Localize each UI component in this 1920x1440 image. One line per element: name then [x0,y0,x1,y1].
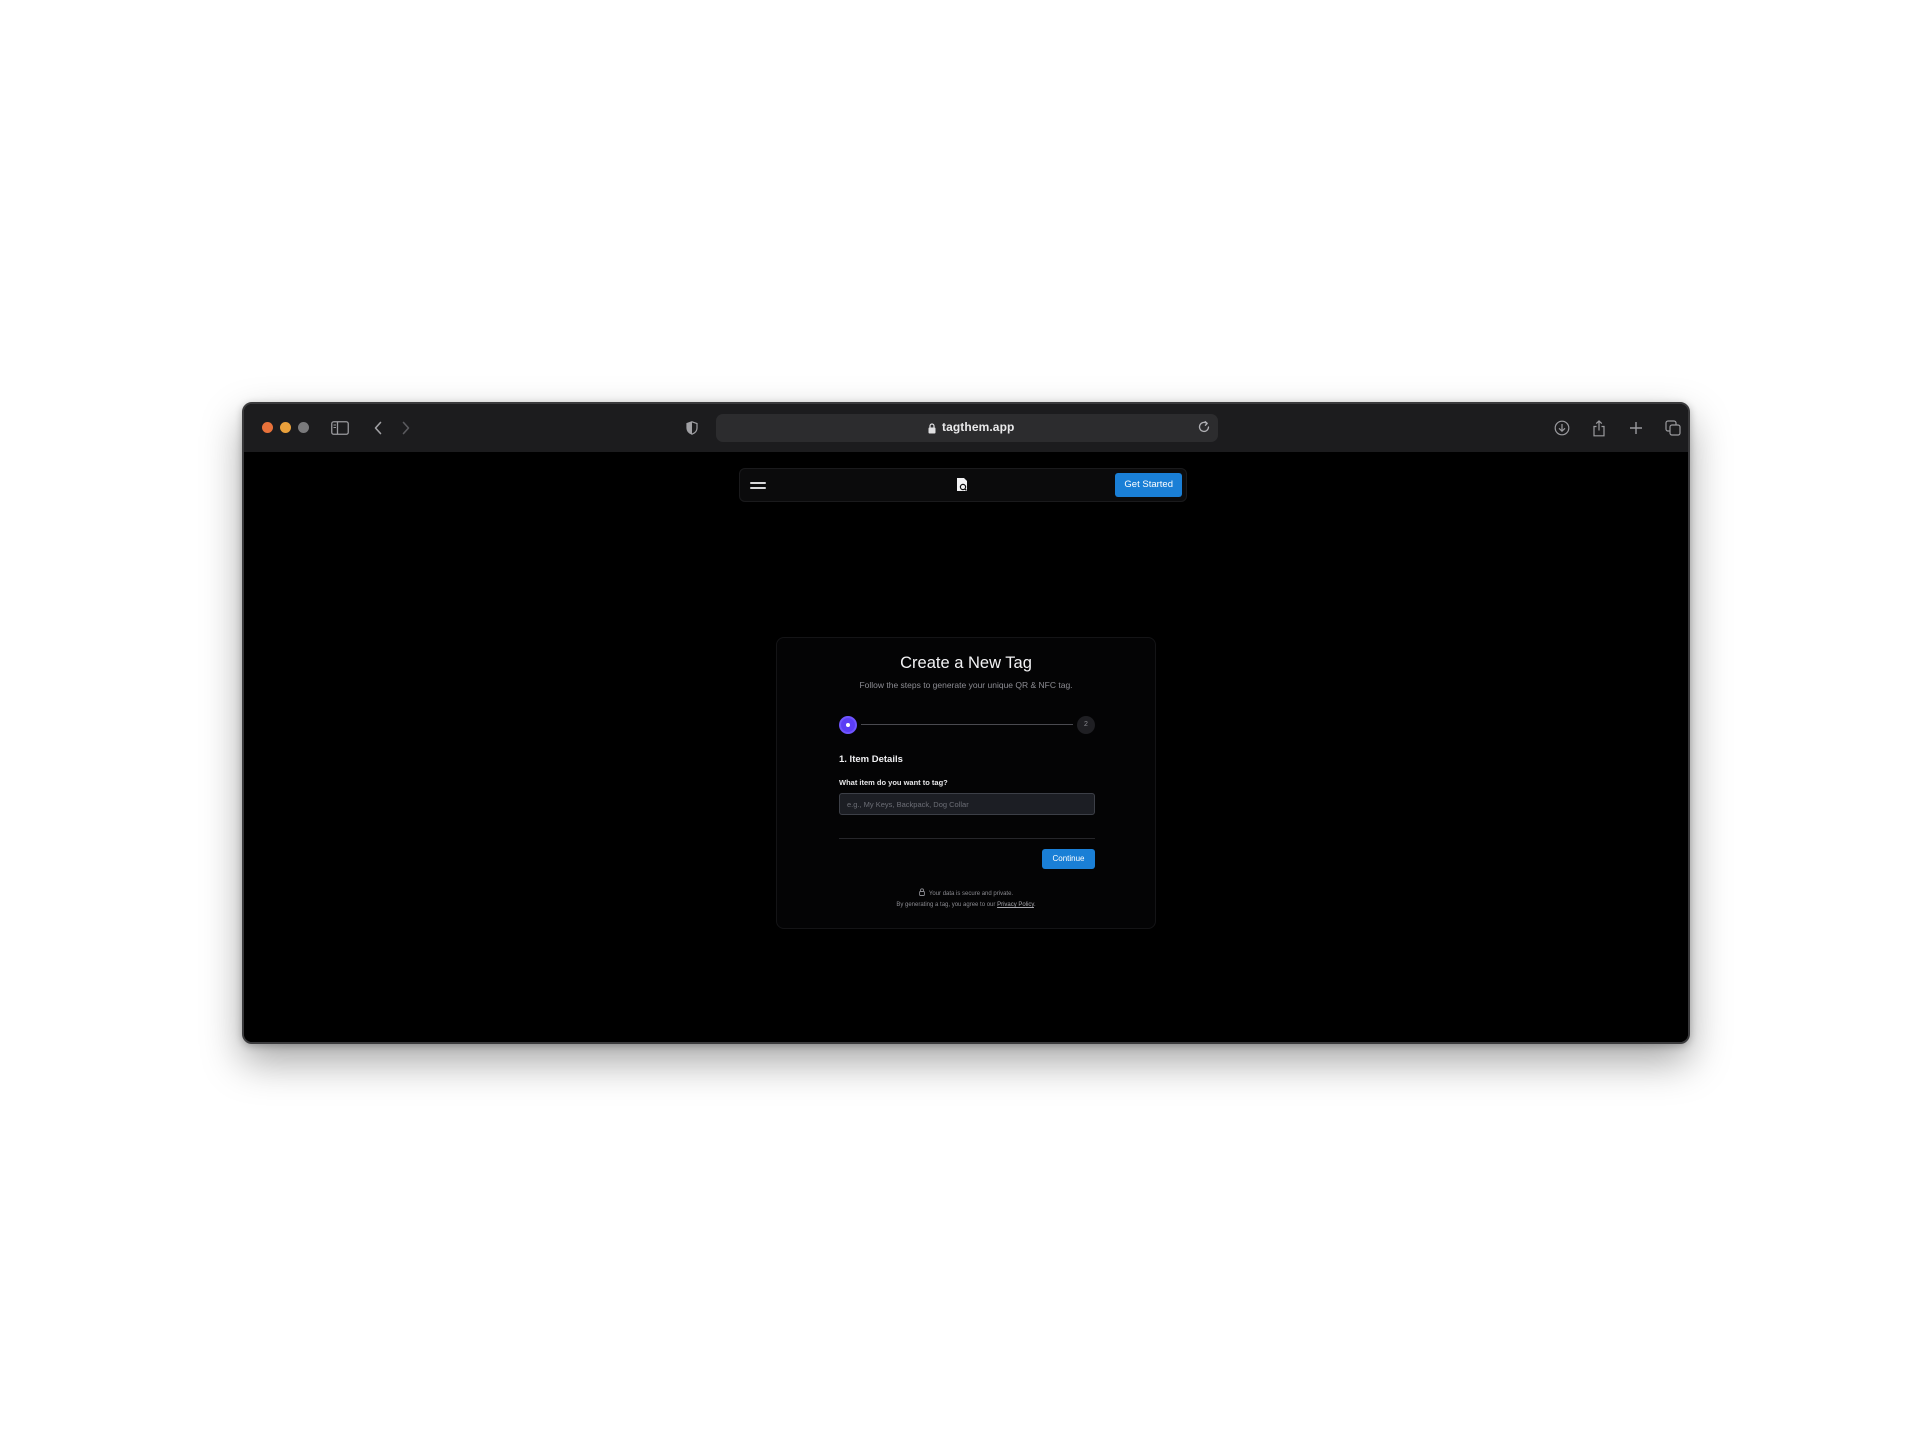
share-icon[interactable] [1587,416,1611,440]
get-started-button[interactable]: Get Started [1115,473,1182,497]
zoom-window-button[interactable] [298,422,309,433]
hamburger-icon[interactable] [750,480,768,492]
web-page: Get Started Create a New Tag Follow the … [244,452,1688,1042]
desktop-background: tagthem.app Get Started Create a New Tag… [0,0,1920,1440]
item-name-input[interactable] [839,793,1095,815]
url-text[interactable]: tagthem.app [942,420,1014,434]
tagthem-logo-icon[interactable] [956,477,968,492]
sidebar-icon[interactable] [328,416,352,440]
create-tag-card: Create a New Tag Follow the steps to gen… [776,637,1156,929]
stepper-track [861,724,1073,725]
lock-icon [928,421,936,439]
browser-window: tagthem.app Get Started Create a New Tag… [242,402,1690,1044]
item-field-label: What item do you want to tag? [839,778,948,787]
security-note-text: Your data is secure and private. [928,891,1014,897]
download-icon[interactable] [1550,416,1574,440]
card-subtitle: Follow the steps to generate your unique… [859,680,1073,690]
chevron-right-icon[interactable] [394,416,418,440]
step-2-indicator: 2 [1077,716,1095,734]
minimize-window-button[interactable] [280,422,291,433]
form-divider [839,838,1095,839]
card-title: Create a New Tag [900,654,1032,672]
plus-icon[interactable] [1624,416,1648,440]
browser-toolbar: tagthem.app [244,404,1688,453]
privacy-prefix: By generating a tag, you agree to our [896,902,996,908]
chevron-left-icon[interactable] [366,416,390,440]
lock-icon [919,888,925,898]
reload-icon[interactable] [1196,419,1212,440]
close-window-button[interactable] [262,422,273,433]
privacy-note: By generating a tag, you agree to our Pr… [777,902,1155,908]
section-title: 1. Item Details [839,754,903,765]
progress-stepper: 2 [839,716,1095,734]
security-note: Your data is secure and private. [777,888,1155,898]
site-navbar: Get Started [739,468,1187,502]
privacy-suffix: . [1033,902,1036,908]
privacy-policy-link[interactable]: Privacy Policy [997,902,1034,908]
tabs-overview-icon[interactable] [1661,416,1685,440]
step-1-indicator [839,716,857,734]
shield-icon[interactable] [680,416,704,440]
address-bar[interactable]: tagthem.app [716,414,1218,442]
continue-button[interactable]: Continue [1042,849,1095,869]
